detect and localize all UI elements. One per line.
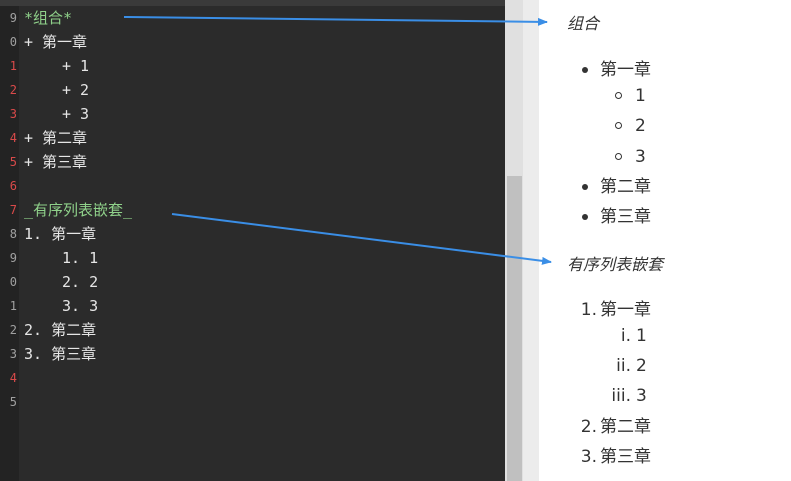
preview-heading-combination: 组合 xyxy=(567,14,600,33)
code-line[interactable]: 1. 第一章 xyxy=(24,222,96,246)
line-number: 2 xyxy=(9,83,17,97)
code-line-emphasis-heading[interactable]: *组合* xyxy=(24,6,72,30)
line-number: 4 xyxy=(9,131,17,145)
ol-marker: 1. xyxy=(580,300,597,320)
editor-top-strip xyxy=(0,0,505,6)
markdown-preview: 组合 第一章 1 2 3 第二章 第三章 有序列表嵌套 1. 第一章 i. 1 … xyxy=(539,0,791,481)
code-line[interactable]: + 1 xyxy=(24,54,89,78)
ol-sub-item: 2 xyxy=(636,356,647,376)
ul-sub-item: 1 xyxy=(635,86,646,106)
code-line[interactable]: 1. 1 xyxy=(24,246,98,270)
bullet-disc xyxy=(582,67,588,73)
line-number: 1 xyxy=(9,299,17,313)
ol-sub-item: 1 xyxy=(636,326,647,346)
code-line[interactable]: + 2 xyxy=(24,78,89,102)
line-number: 9 xyxy=(9,251,17,265)
line-number: 8 xyxy=(9,227,17,241)
line-number: 6 xyxy=(9,179,17,193)
code-line[interactable]: 3. 第三章 xyxy=(24,342,96,366)
ol-marker: 2. xyxy=(580,417,597,437)
line-number: 5 xyxy=(9,395,17,409)
code-line[interactable]: 2. 2 xyxy=(24,270,98,294)
ul-item: 第二章 xyxy=(600,177,651,197)
editor-scrollbar-thumb[interactable] xyxy=(507,176,522,481)
code-line[interactable]: 3. 3 xyxy=(24,294,98,318)
bullet-circle xyxy=(615,122,622,129)
ul-sub-item: 3 xyxy=(635,147,646,167)
line-number: 3 xyxy=(9,107,17,121)
code-line[interactable]: + 第一章 xyxy=(24,30,87,54)
bullet-circle xyxy=(615,92,622,99)
ul-item: 第一章 xyxy=(600,60,651,80)
line-number: 9 xyxy=(9,11,17,25)
ul-item: 第三章 xyxy=(600,207,651,227)
bullet-disc xyxy=(582,184,588,190)
ol-sub-marker: i. xyxy=(620,326,631,346)
ol-sub-item: 3 xyxy=(636,386,647,406)
code-line[interactable]: + 3 xyxy=(24,102,89,126)
line-number: 0 xyxy=(9,35,17,49)
bullet-disc xyxy=(582,214,588,220)
line-number-gutter: 9 0 1 2 3 4 5 6 7 8 9 0 1 2 3 4 5 xyxy=(0,6,19,481)
code-line[interactable]: + 第二章 xyxy=(24,126,87,150)
line-number: 3 xyxy=(9,347,17,361)
bullet-circle xyxy=(615,153,622,160)
ol-item: 第二章 xyxy=(600,417,651,437)
line-number: 5 xyxy=(9,155,17,169)
line-number: 1 xyxy=(9,59,17,73)
ol-marker: 3. xyxy=(580,447,597,467)
code-line[interactable]: 2. 第二章 xyxy=(24,318,96,342)
markdown-editor[interactable]: 9 0 1 2 3 4 5 6 7 8 9 0 1 2 3 4 5 *组合* +… xyxy=(0,0,505,481)
line-number: 0 xyxy=(9,275,17,289)
ol-item: 第三章 xyxy=(600,447,651,467)
line-number: 2 xyxy=(9,323,17,337)
line-number: 4 xyxy=(9,371,17,385)
ul-sub-item: 2 xyxy=(635,116,646,136)
code-line[interactable]: + 第三章 xyxy=(24,150,87,174)
pane-divider[interactable] xyxy=(523,0,539,481)
line-number: 7 xyxy=(9,203,17,217)
ol-sub-marker: ii. xyxy=(616,356,631,376)
preview-heading-ordered-nested: 有序列表嵌套 xyxy=(567,255,664,274)
ol-item: 第一章 xyxy=(600,300,651,320)
ol-sub-marker: iii. xyxy=(611,386,631,406)
code-line-italic-heading[interactable]: _有序列表嵌套_ xyxy=(24,198,132,222)
